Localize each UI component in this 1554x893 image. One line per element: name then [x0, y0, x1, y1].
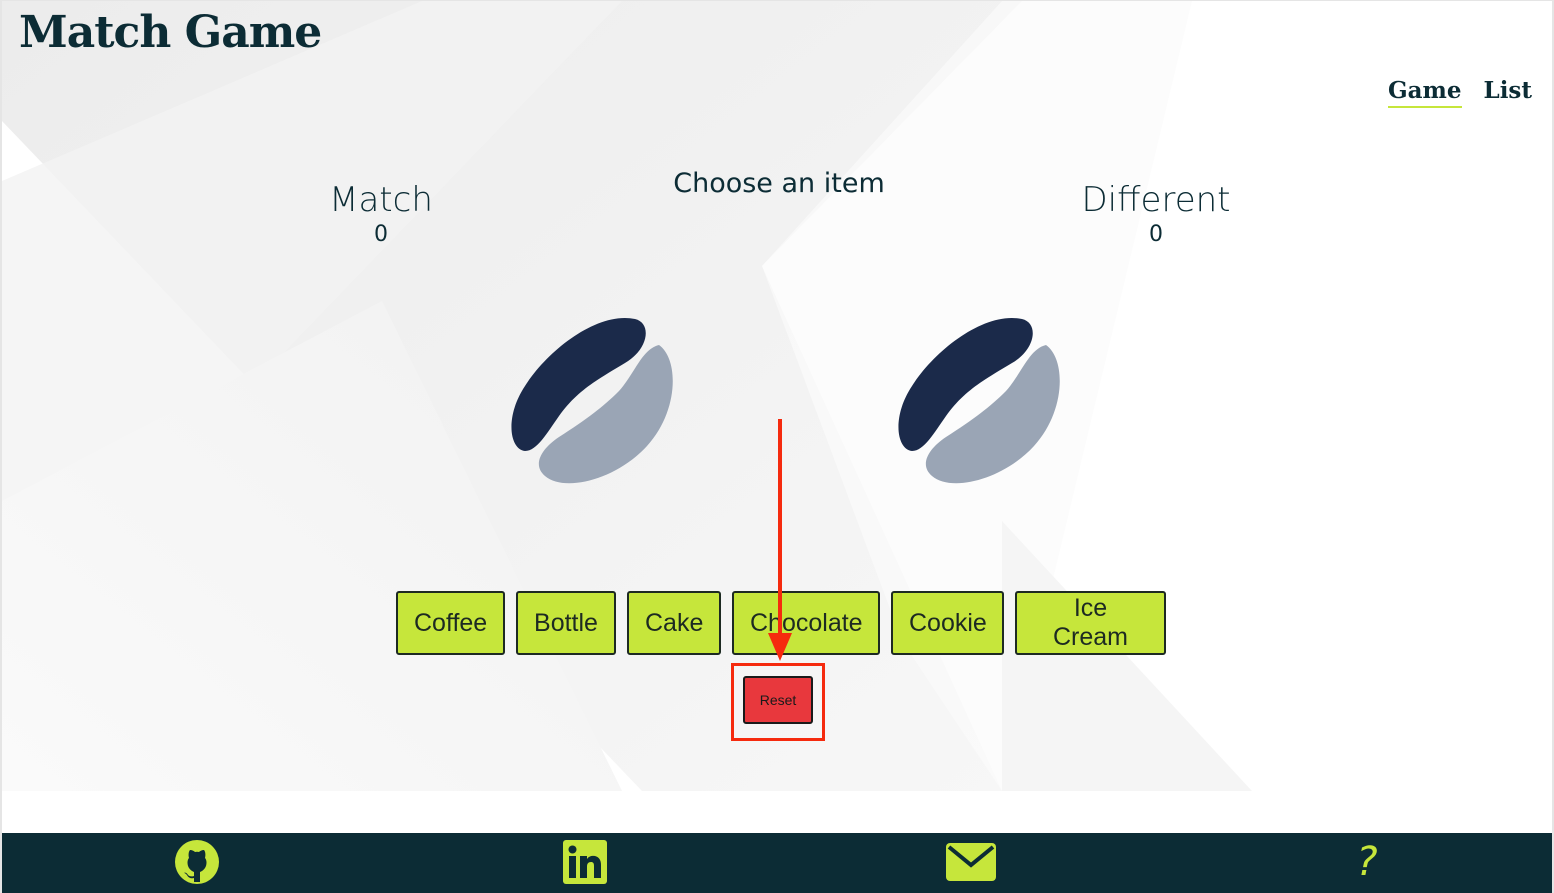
choice-button-chocolate[interactable]: Chocolate — [732, 591, 880, 655]
match-game-page: Match Game Game List Match 0 Choose an i… — [0, 0, 1554, 893]
footer-bar: ? — [2, 833, 1552, 893]
coffee-bean-icon — [894, 311, 1069, 491]
main-nav: Game List — [1388, 77, 1532, 108]
different-label: Different — [1081, 180, 1231, 220]
reset-highlight-box: Reset — [731, 663, 825, 741]
different-score: Different 0 — [1006, 180, 1306, 250]
github-icon[interactable] — [172, 837, 222, 887]
choice-button-bottle[interactable]: Bottle — [516, 591, 616, 655]
choice-button-cake[interactable]: Cake — [627, 591, 721, 655]
coffee-bean-icon — [507, 311, 682, 491]
choose-prompt: Choose an item — [673, 168, 885, 199]
nav-game-link[interactable]: Game — [1388, 77, 1462, 108]
different-count: 0 — [1149, 222, 1163, 247]
choice-button-ice-cream[interactable]: Ice Cream — [1015, 591, 1166, 655]
choice-button-coffee[interactable]: Coffee — [396, 591, 505, 655]
match-count: 0 — [374, 222, 388, 247]
help-icon[interactable]: ? — [1342, 837, 1392, 887]
app-title: Match Game — [19, 7, 322, 58]
reset-button[interactable]: Reset — [743, 676, 813, 724]
choice-button-cookie[interactable]: Cookie — [891, 591, 1004, 655]
annotation-arrow — [768, 419, 792, 661]
match-label: Match — [329, 180, 433, 220]
nav-list-link[interactable]: List — [1484, 77, 1532, 108]
mail-icon[interactable] — [946, 837, 996, 887]
help-glyph: ? — [1356, 839, 1378, 885]
linkedin-icon[interactable] — [560, 837, 610, 887]
match-score: Match 0 — [231, 180, 531, 250]
